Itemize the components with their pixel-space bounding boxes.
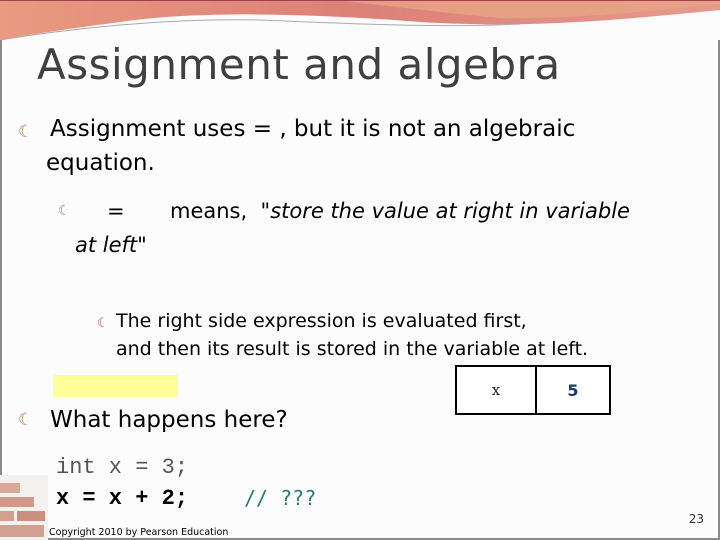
evaluation-text-cont: and then its result is stored in the var… xyxy=(116,338,589,360)
variable-box: x 5 xyxy=(455,365,611,415)
definition-quote: "store the value at right in variable xyxy=(260,199,630,223)
bullet-text: Assignment uses = , but it is not an alg… xyxy=(50,116,576,142)
variable-name: x xyxy=(457,367,537,413)
page-number: 23 xyxy=(688,512,704,526)
equals-sign: = xyxy=(107,199,125,223)
means-word: means, xyxy=(170,199,248,223)
bullet-text-cont: equation. xyxy=(46,150,155,176)
definition-quote-cont: at left" xyxy=(75,233,147,257)
slide: Assignment and algebra ☾ Assignment uses… xyxy=(0,0,720,540)
code-line-1: int x = 3; xyxy=(56,455,189,480)
question-text: What happens here? xyxy=(50,407,288,433)
header-wave-decoration xyxy=(0,0,720,41)
sub-bullet-text: means, "store the value at right in vari… xyxy=(170,199,630,223)
code-line-2: x = x + 2; xyxy=(56,486,189,511)
scroll-bullet-icon: ☾ xyxy=(18,410,34,430)
frame-border-left xyxy=(0,40,2,480)
code-comment: // ??? xyxy=(244,486,317,510)
yellow-highlight-block xyxy=(53,375,178,397)
variable-value: 5 xyxy=(567,380,579,400)
brick-wall-decoration xyxy=(0,475,48,540)
scroll-bullet-icon: ☾ xyxy=(18,122,34,142)
scroll-bullet-icon: ☾ xyxy=(97,316,109,331)
slide-title: Assignment and algebra xyxy=(37,40,561,89)
scroll-bullet-icon: ☾ xyxy=(58,203,71,219)
copyright-footer: Copyright 2010 by Pearson Education xyxy=(49,527,229,538)
evaluation-text: The right side expression is evaluated f… xyxy=(116,310,527,332)
